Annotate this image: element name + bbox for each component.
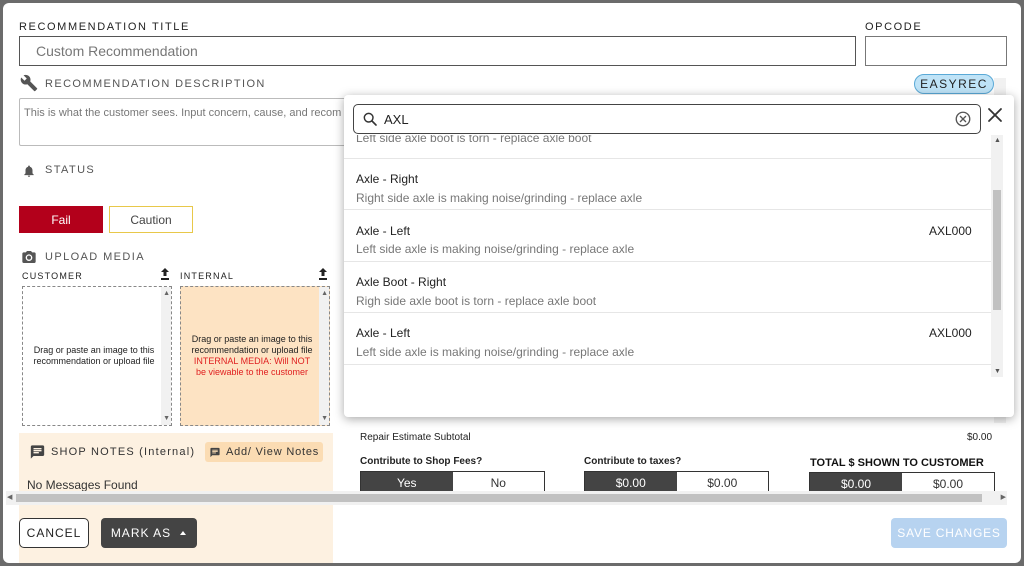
- clear-circle-icon[interactable]: [954, 110, 972, 128]
- caret-up-icon: [180, 531, 187, 535]
- subtotal-value: $0.00: [967, 432, 993, 443]
- result-code: AXL000: [929, 326, 972, 340]
- cancel-button[interactable]: CANCEL: [19, 518, 89, 548]
- search-input[interactable]: AXL: [384, 112, 954, 127]
- opcode-input[interactable]: [865, 36, 1007, 66]
- camera-icon: [22, 251, 36, 263]
- search-icon: [363, 112, 377, 126]
- title-input[interactable]: Custom Recommendation: [19, 36, 856, 66]
- subtotal-label: Repair Estimate Subtotal: [360, 432, 471, 443]
- taxes-label: Contribute to taxes?: [584, 456, 682, 467]
- opcode-label: OPCODE: [865, 21, 923, 33]
- customer-label: CUSTOMER: [22, 271, 83, 281]
- result-description: Right side axle is making noise/grinding…: [356, 191, 643, 205]
- wrench-icon: [20, 74, 38, 92]
- add-view-notes-label: Add/ View Notes: [225, 446, 320, 458]
- search-box[interactable]: AXL: [353, 104, 981, 134]
- bell-icon: [24, 165, 34, 177]
- upload-media-label: UPLOAD MEDIA: [45, 251, 145, 263]
- description-label: RECOMMENDATION DESCRIPTION: [45, 78, 266, 90]
- shop-fees-label: Contribute to Shop Fees?: [360, 456, 483, 467]
- result-title: Axle Boot - Right: [356, 275, 447, 289]
- customer-drop-text: Drag or paste an image to this recommend…: [33, 345, 155, 366]
- result-item[interactable]: Axle - Right Right side axle is making n…: [344, 159, 991, 210]
- upload-icon[interactable]: [160, 268, 170, 280]
- result-item[interactable]: Axle Boot - Right Righ side axle boot is…: [344, 262, 991, 313]
- title-label: RECOMMENDATION TITLE: [19, 21, 190, 33]
- dropzone-scrollbar[interactable]: ▲ ▼: [319, 287, 329, 425]
- result-title: Axle - Left: [356, 224, 411, 238]
- result-description: Righ side axle boot is torn - replace ax…: [356, 294, 597, 308]
- mark-as-button[interactable]: MARK AS: [101, 518, 197, 548]
- internal-warning: INTERNAL MEDIA: Will NOT be viewable to …: [193, 356, 311, 377]
- content-horizontal-scrollbar[interactable]: ◀ ▶: [6, 491, 1007, 505]
- results-scrollbar[interactable]: ▲ ▼: [991, 135, 1003, 377]
- internal-dropzone[interactable]: Drag or paste an image to this recommend…: [180, 286, 330, 426]
- chat-icon: [210, 447, 220, 457]
- customer-dropzone[interactable]: Drag or paste an image to this recommend…: [22, 286, 172, 426]
- save-changes-button[interactable]: SAVE CHANGES: [891, 518, 1007, 548]
- result-description: Left side axle is making noise/grinding …: [356, 242, 635, 256]
- fail-button[interactable]: Fail: [19, 206, 103, 233]
- mark-as-label: MARK AS: [110, 526, 172, 540]
- results-scroll-thumb[interactable]: [993, 190, 1001, 310]
- shop-notes-label: SHOP NOTES (Internal): [51, 446, 196, 458]
- easyrec-button[interactable]: EASYREC: [914, 74, 994, 94]
- horizontal-scroll-thumb[interactable]: [16, 494, 982, 502]
- result-description: Left side axle is making noise/grinding …: [356, 345, 635, 359]
- upload-icon[interactable]: [318, 268, 328, 280]
- result-item[interactable]: Left side axle boot is torn - replace ax…: [344, 135, 991, 159]
- result-code: AXL000: [929, 224, 972, 238]
- total-label: TOTAL $ SHOWN TO CUSTOMER: [810, 457, 984, 469]
- status-label: STATUS: [45, 164, 96, 176]
- result-description: Left side axle boot is torn - replace ax…: [356, 135, 592, 145]
- dropzone-scrollbar[interactable]: ▲ ▼: [161, 287, 171, 425]
- easyrec-search-popup: AXL Left side axle boot is torn - replac…: [344, 95, 1014, 417]
- result-title: Axle - Left: [356, 326, 411, 340]
- add-view-notes-button[interactable]: Add/ View Notes: [205, 442, 323, 462]
- search-results-list: Left side axle boot is torn - replace ax…: [344, 135, 991, 377]
- result-title: Axle - Right: [356, 172, 419, 186]
- internal-drop-text: Drag or paste an image to this recommend…: [191, 334, 313, 355]
- notes-empty-text: No Messages Found: [27, 478, 138, 492]
- result-item[interactable]: Axle - Left AXL000 Left side axle is mak…: [344, 210, 991, 262]
- description-textarea[interactable]: This is what the customer sees. Input co…: [19, 98, 359, 146]
- result-item[interactable]: Axle - Left AXL000 Left side axle is mak…: [344, 313, 991, 365]
- internal-label: INTERNAL: [180, 271, 235, 281]
- close-icon[interactable]: [987, 107, 1003, 123]
- chat-icon: [30, 445, 45, 459]
- caution-button[interactable]: Caution: [109, 206, 193, 233]
